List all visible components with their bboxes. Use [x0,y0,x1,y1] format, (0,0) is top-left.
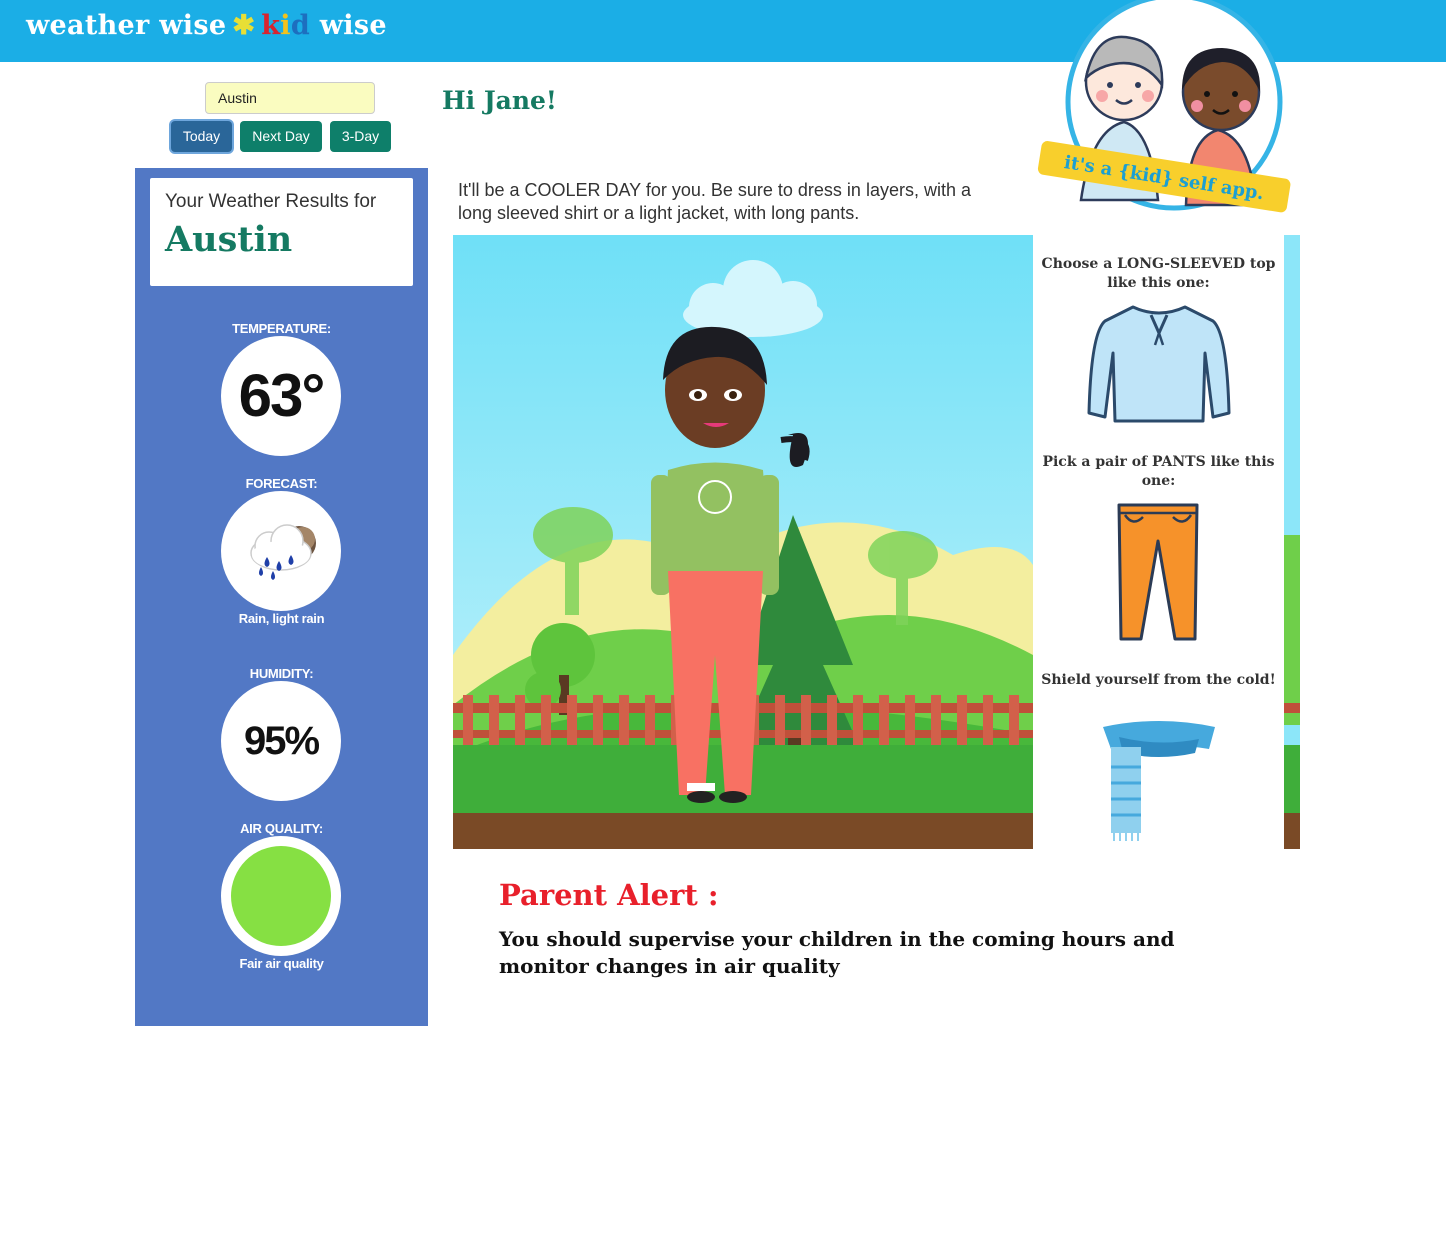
humidity-label: HUMIDITY: [249,666,314,681]
logo-text-weather-wise: weather wise [26,10,227,41]
top-suggestion-heading: Choose a LONG-SLEEVED top like this one: [1041,256,1276,291]
long-sleeved-shirt-icon [1087,305,1231,423]
clothing-advice: It'll be a COOLER DAY for you. Be sure t… [458,180,971,223]
fence-post [619,695,629,747]
logo-text-wise: wise [319,10,387,41]
results-city: Austin [165,219,293,260]
humidity-circle: 95% [221,681,341,801]
location-search-input[interactable] [205,82,375,114]
fence-post [827,695,837,747]
air-quality-indicator [231,846,331,946]
results-label: Your Weather Results for [165,191,377,212]
fence-post [775,695,785,747]
location-card: Your Weather Results for Austin [150,178,413,286]
fence-post [905,695,915,747]
humidity-value: 95% [243,719,320,763]
kid-self-app-badge: it's a {kid} self app. [1037,0,1291,213]
app-logo[interactable]: weather wise ✱ kid wise [26,10,387,41]
fence-post [931,695,941,747]
accessory-suggestion-heading: Shield yourself from the cold! [1041,672,1276,688]
fence-post [645,695,655,747]
fence-post [567,695,577,747]
air-quality-circle [221,836,341,956]
forecast-caption: Rain, light rain [238,611,325,626]
outdoor-scene-illustration [453,235,1033,849]
logo-letter-i: i [280,10,291,41]
forecast-label: FORECAST: [245,476,318,491]
rain-cloud-icon [250,524,316,580]
weather-results-sidebar: Your Weather Results for Austin TEMPERAT… [135,168,428,1026]
fence-post [853,695,863,747]
fence-post [957,695,967,747]
air-quality-caption: Fair air quality [239,956,324,971]
forecast-circle [221,491,341,611]
scene-edge-strip [1284,235,1300,849]
parent-alert-message: You should supervise your children in th… [499,927,1175,978]
fence-post [983,695,993,747]
temperature-label: TEMPERATURE: [232,321,331,336]
fence-post [1009,695,1019,747]
logo-letter-k: k [261,10,281,41]
fence-post [463,695,473,747]
today-button[interactable]: Today [171,121,232,152]
fence-post [489,695,499,747]
pants-suggestion-heading: Pick a pair of PANTS like this one: [1042,454,1275,489]
clothing-suggestions-panel: Choose a LONG-SLEEVED top like this one:… [1033,235,1284,849]
pants-icon [1117,503,1199,641]
next-day-button[interactable]: Next Day [240,121,322,152]
fence-post [801,695,811,747]
fence-post [879,695,889,747]
fence-post [593,695,603,747]
fence-post [515,695,525,747]
air-quality-label: AIR QUALITY: [240,821,323,836]
parent-alert-title: Parent Alert : [499,878,719,912]
scarf-icon [1103,721,1215,841]
logo-star-icon: ✱ [232,10,256,41]
three-day-button[interactable]: 3-Day [330,121,391,152]
greeting: Hi Jane! [442,86,557,115]
logo-letter-d: d [290,10,311,41]
fence-post [541,695,551,747]
temperature-value: 63° [238,362,326,429]
temperature-circle: 63° [221,336,341,456]
